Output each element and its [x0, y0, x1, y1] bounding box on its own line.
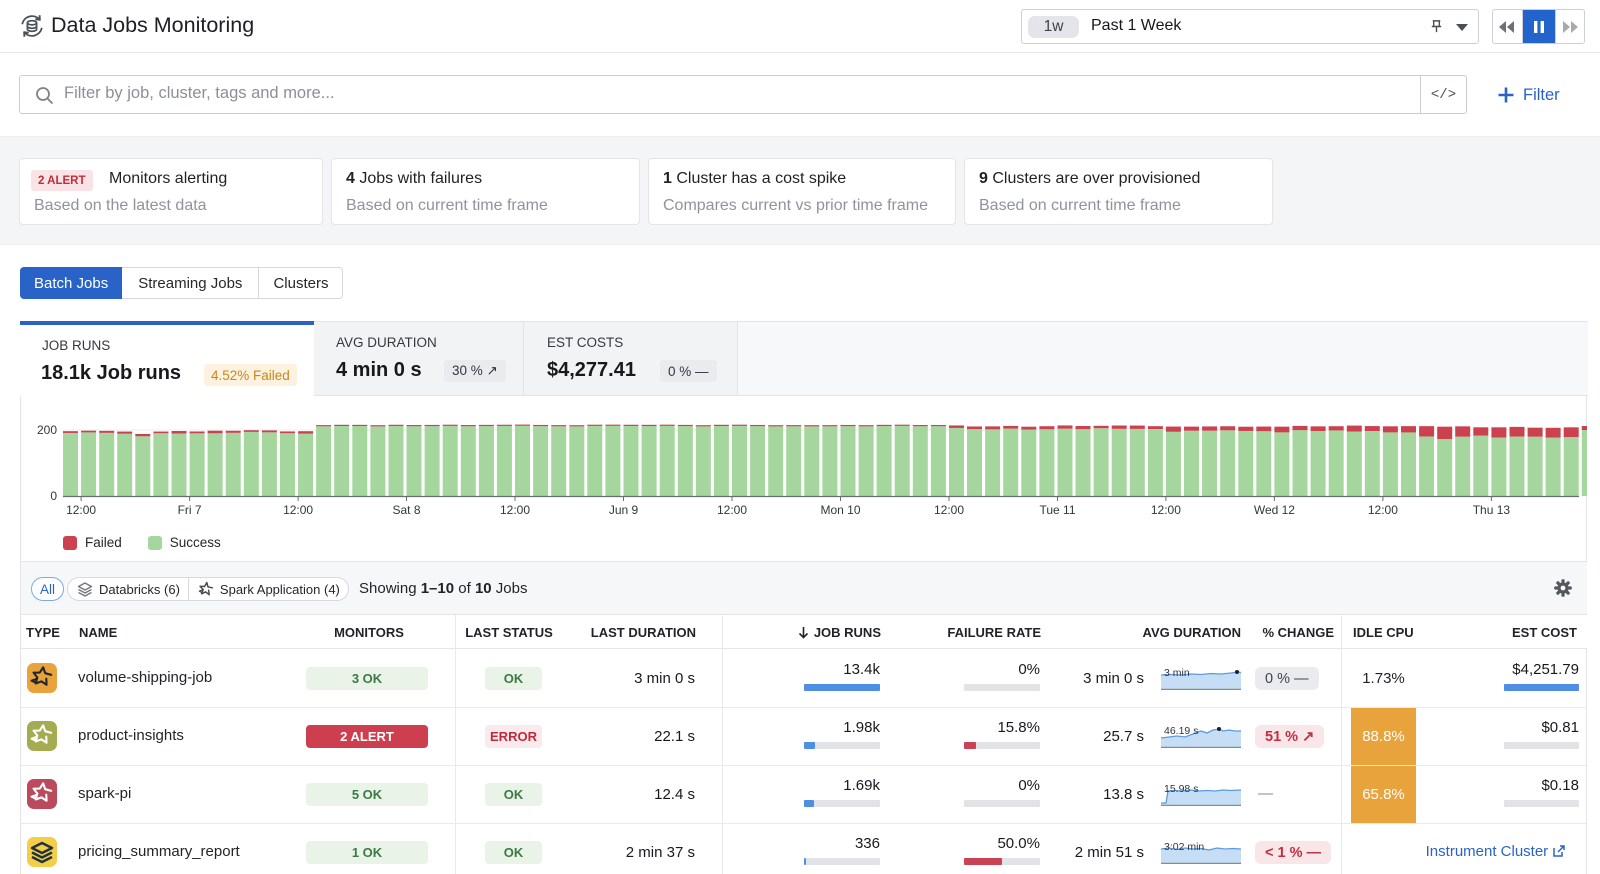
- svg-text:0: 0: [50, 489, 57, 503]
- svg-text:15.98 s: 15.98 s: [1164, 783, 1198, 795]
- svg-text:12:00: 12:00: [1368, 503, 1398, 517]
- svg-text:Thu 13: Thu 13: [1473, 503, 1511, 517]
- svg-text:3:02 min: 3:02 min: [1164, 841, 1204, 853]
- svg-text:Jun 9: Jun 9: [609, 503, 639, 517]
- svg-text:Sat 8: Sat 8: [392, 503, 420, 517]
- svg-text:Mon 10: Mon 10: [820, 503, 860, 517]
- svg-text:12:00: 12:00: [934, 503, 964, 517]
- svg-text:Tue 11: Tue 11: [1039, 503, 1075, 517]
- svg-text:12:00: 12:00: [283, 503, 313, 517]
- svg-text:Wed 12: Wed 12: [1254, 503, 1295, 517]
- svg-text:Fri 7: Fri 7: [178, 503, 202, 517]
- svg-text:12:00: 12:00: [717, 503, 747, 517]
- svg-text:46.19 s: 46.19 s: [1164, 725, 1198, 737]
- svg-text:12:00: 12:00: [66, 503, 96, 517]
- svg-text:3 min: 3 min: [1164, 667, 1190, 679]
- svg-text:12:00: 12:00: [1151, 503, 1181, 517]
- svg-text:12:00: 12:00: [500, 503, 530, 517]
- svg-text:200: 200: [37, 423, 57, 437]
